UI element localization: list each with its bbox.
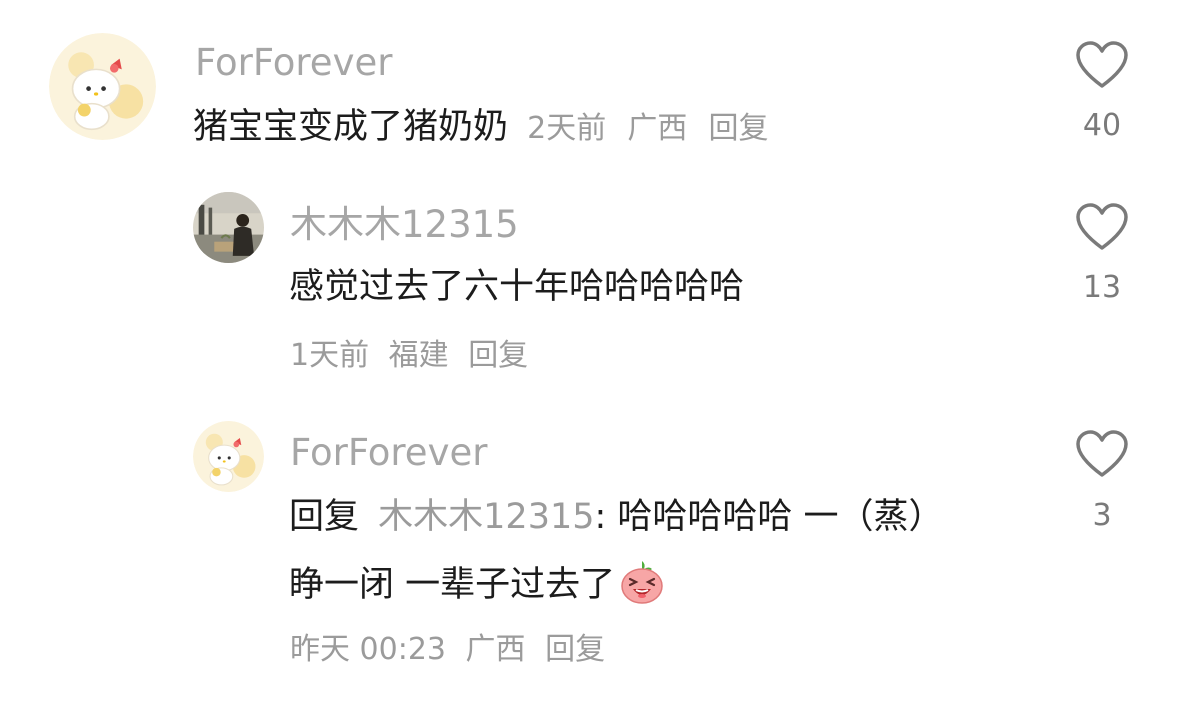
comment-time: 1天前 (290, 338, 370, 373)
like-count: 3 (1092, 498, 1112, 533)
laughing-peach-emoji-icon (619, 559, 665, 605)
like-count: 13 (1082, 270, 1122, 305)
comment-time: 昨天 00:23 (290, 632, 446, 667)
reply-button[interactable]: 回复 (709, 111, 769, 146)
heart-icon (1076, 41, 1128, 88)
comment-username[interactable]: 木木木12315 (290, 206, 519, 243)
like-button[interactable] (1075, 429, 1129, 479)
heart-icon (1076, 203, 1128, 250)
comment-text: 猪宝宝变成了猪奶奶 2天前 广西 回复 (193, 110, 769, 145)
hello-kitty-avatar-icon (49, 33, 156, 140)
comment-username[interactable]: ForForever (290, 434, 487, 471)
heart-icon (1076, 430, 1128, 477)
comment-location: 福建 (388, 338, 449, 373)
reply-button[interactable]: 回复 (468, 338, 528, 373)
like-count: 40 (1082, 108, 1122, 143)
comment-time: 2天前 (527, 111, 607, 146)
mention-link[interactable]: 木木木12315 (378, 497, 594, 537)
person-photo-avatar-icon (193, 192, 264, 263)
comment-body: 猪宝宝变成了猪奶奶 (193, 107, 509, 147)
avatar[interactable] (49, 33, 156, 140)
hello-kitty-avatar-icon (193, 421, 264, 492)
avatar[interactable] (193, 421, 264, 492)
comment-location: 广西 (627, 111, 688, 146)
comment-body-continued: 睁一闭 一辈子过去了 (289, 565, 616, 605)
reply-button[interactable]: 回复 (545, 632, 605, 667)
comment-meta: 1天前 福建 回复 (290, 341, 538, 371)
avatar[interactable] (193, 192, 264, 263)
comment-body-line1: 回复 木木木12315: 哈哈哈哈哈 一（蒸） (289, 500, 944, 535)
like-button[interactable] (1075, 202, 1129, 252)
reply-prefix: 回复 (289, 497, 360, 537)
comment-body: : 哈哈哈哈哈 一（蒸） (594, 497, 944, 537)
comment-thread: ForForever 猪宝宝变成了猪奶奶 2天前 广西 回复 40 木木木123… (0, 0, 1179, 701)
comment-location: 广西 (465, 632, 526, 667)
like-button[interactable] (1075, 40, 1129, 90)
comment-body-line2: 睁一闭 一辈子过去了 (289, 561, 665, 609)
comment-body: 感觉过去了六十年哈哈哈哈哈 (289, 267, 745, 307)
comment-username[interactable]: ForForever (195, 44, 392, 81)
comment-meta: 昨天 00:23 广西 回复 (290, 635, 615, 665)
